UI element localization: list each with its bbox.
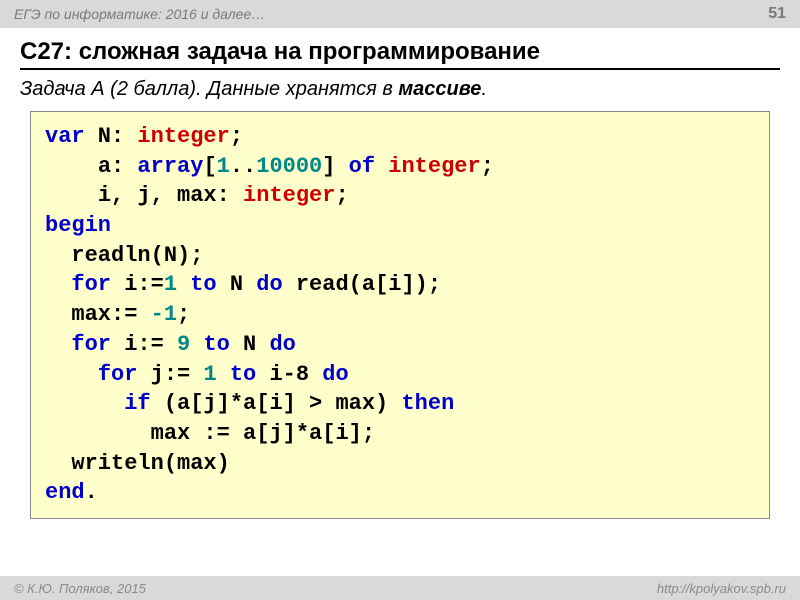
code-line-13: end.	[45, 478, 755, 508]
code-line-10: if (a[j]*a[i] > max) then	[45, 389, 755, 419]
code-line-11: max := a[j]*a[i];	[45, 419, 755, 449]
code-line-1: var N: integer;	[45, 122, 755, 152]
code-line-5: readln(N);	[45, 241, 755, 271]
code-line-7: max:= -1;	[45, 300, 755, 330]
slide-title: C27: сложная задача на программирование	[20, 38, 780, 70]
code-line-4: begin	[45, 211, 755, 241]
code-line-2: a: array[1..10000] of integer;	[45, 152, 755, 182]
subtitle-prefix: Задача А	[20, 78, 105, 100]
footer-url: http://kpolyakov.spb.ru	[657, 581, 786, 596]
code-line-9: for j:= 1 to i-8 do	[45, 360, 755, 390]
subtitle: Задача А (2 балла). Данные хранятся в ма…	[0, 70, 800, 105]
code-line-12: writeln(max)	[45, 449, 755, 479]
subtitle-bold: массиве	[398, 78, 481, 100]
code-block: var N: integer; a: array[1..10000] of in…	[30, 111, 770, 519]
page-number: 51	[768, 5, 786, 23]
header-title: ЕГЭ по информатике: 2016 и далее…	[14, 6, 265, 22]
footer-copyright: © К.Ю. Поляков, 2015	[14, 581, 146, 596]
subtitle-points: (2 балла). Данные хранятся в	[105, 78, 399, 100]
code-line-6: for i:=1 to N do read(a[i]);	[45, 270, 755, 300]
title-bar: C27: сложная задача на программирование	[0, 28, 800, 70]
subtitle-suffix: .	[481, 78, 487, 100]
code-line-3: i, j, max: integer;	[45, 181, 755, 211]
slide-footer: © К.Ю. Поляков, 2015 http://kpolyakov.sp…	[0, 576, 800, 600]
code-line-8: for i:= 9 to N do	[45, 330, 755, 360]
slide-header: ЕГЭ по информатике: 2016 и далее… 51	[0, 0, 800, 28]
